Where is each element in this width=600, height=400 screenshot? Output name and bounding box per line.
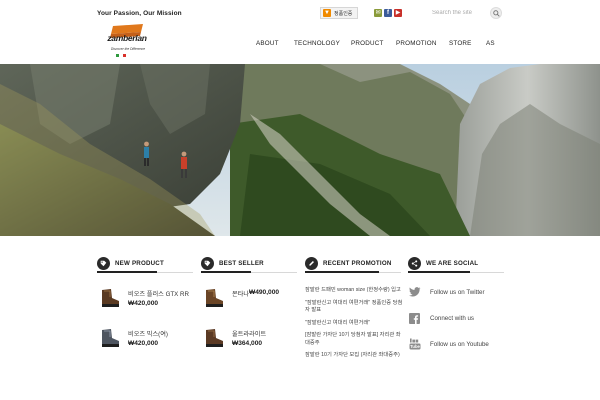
product-name: 몬타나 [232,291,250,298]
promotion-item[interactable]: "잠발란신고 여대리 여편거래" [305,320,405,328]
svg-text:Tube: Tube [410,344,420,349]
promotion-item[interactable]: 잠발란 드패민 woman size (한정수량) 입고 [305,287,405,295]
product-item[interactable]: 울트라라이트 ₩364,000 [201,327,297,357]
social-link-label: Connect with us [430,314,475,322]
boot-thumbnail [102,329,119,347]
social-link-facebook[interactable]: Connect with us [408,311,474,325]
product-name: 울트라라이트 [232,331,267,338]
promotion-item[interactable]: [잠발란 가자단 10기 당첨자 발표] 자리관 좌대증주 [305,332,405,347]
mountain-hikers-image [0,64,600,236]
social-link-label: Follow us on Youtube [430,340,489,348]
tag-icon [201,257,214,270]
product-price: ₩420,000 [128,300,159,307]
boot-thumbnail [206,329,223,347]
italian-flag-icon [116,54,126,57]
nav-product[interactable]: PRODUCT [351,40,384,47]
mail-icon[interactable]: ✉ [374,9,382,17]
new-product-title: NEW PRODUCT [115,260,164,267]
tagline: Your Passion, Our Mission [97,10,182,17]
tag-icon [97,257,110,270]
nav-technology[interactable]: TECHNOLOGY [294,40,340,47]
authenticity-button-label: 정품인증 [334,10,353,17]
recent-promotion-header: RECENT PROMOTION [305,255,401,273]
facebook-icon[interactable]: f [384,9,392,17]
twitter-icon [408,286,421,299]
product-price: ₩364,000 [232,340,263,347]
social-link-youtube[interactable]: Tube Follow us on Youtube [408,337,489,351]
boot-thumbnail [102,289,119,307]
nav-about[interactable]: ABOUT [256,40,279,47]
authenticity-button[interactable]: ▼ 정품인증 [320,7,358,19]
social-link-twitter[interactable]: Follow us on Twitter [408,285,485,299]
promotion-list: 잠발란 드패민 woman size (한정수량) 입고 "잠발란신고 여대리 … [305,287,405,365]
share-icon [408,257,421,270]
new-product-widget: NEW PRODUCT 비오즈 플러스 GTX RR ₩420,000 비오즈 … [97,255,193,347]
product-price: ₩490,000 [249,289,280,296]
recent-promotion-widget: RECENT PROMOTION 잠발란 드패민 woman size (한정수… [305,255,402,358]
recent-promotion-title: RECENT PROMOTION [323,260,392,267]
new-product-header: NEW PRODUCT [97,255,193,273]
product-price: ₩420,000 [128,340,159,347]
search-button[interactable] [490,7,502,19]
best-seller-widget: BEST SELLER 몬타나 ₩490,000 울트라라이트 ₩364,000 [201,255,297,347]
promotion-item[interactable]: 잠발란 10기 가자단 모집 (자리관 좌대증주) [305,352,405,360]
logo-wordmark: zamberlan [107,33,147,43]
hero-banner [0,64,600,236]
best-seller-header: BEST SELLER [201,255,297,273]
zamberlan-logo[interactable]: zamberlan Discover the Difference [104,24,152,60]
social-title: WE ARE SOCIAL [426,260,479,267]
download-icon: ▼ [323,9,331,17]
search-box [426,6,504,20]
social-widget: WE ARE SOCIAL Follow us on Twitter Conne… [408,255,504,350]
promotion-item[interactable]: "잠발란신고 여대리 여편거래" 정품인증 당첨자 발표 [305,300,405,315]
site-header: Your Passion, Our Mission zamberlan Disc… [0,0,600,64]
best-seller-title: BEST SELLER [219,260,264,267]
pencil-icon [305,257,318,270]
header-social-icons: ✉ f ▶ [374,9,402,17]
nav-store[interactable]: STORE [449,40,472,47]
product-item[interactable]: 비오즈 믹스(여) ₩420,000 [97,327,193,357]
search-input[interactable] [426,6,488,20]
search-icon [492,9,500,17]
product-name: 비오즈 믹스(여) [128,331,168,338]
boot-thumbnail [206,289,223,307]
youtube-icon[interactable]: ▶ [394,9,402,17]
youtube-icon: Tube [408,338,421,351]
product-name: 비오즈 플러스 GTX RR [128,291,189,298]
product-item[interactable]: 몬타나 ₩490,000 [201,287,297,317]
logo-subline: Discover the Difference [110,47,146,51]
facebook-icon [408,312,421,325]
product-item[interactable]: 비오즈 플러스 GTX RR ₩420,000 [97,287,193,317]
nav-as[interactable]: AS [486,40,495,47]
nav-promotion[interactable]: PROMOTION [396,40,437,47]
social-link-label: Follow us on Twitter [430,288,485,296]
social-header: WE ARE SOCIAL [408,255,504,273]
